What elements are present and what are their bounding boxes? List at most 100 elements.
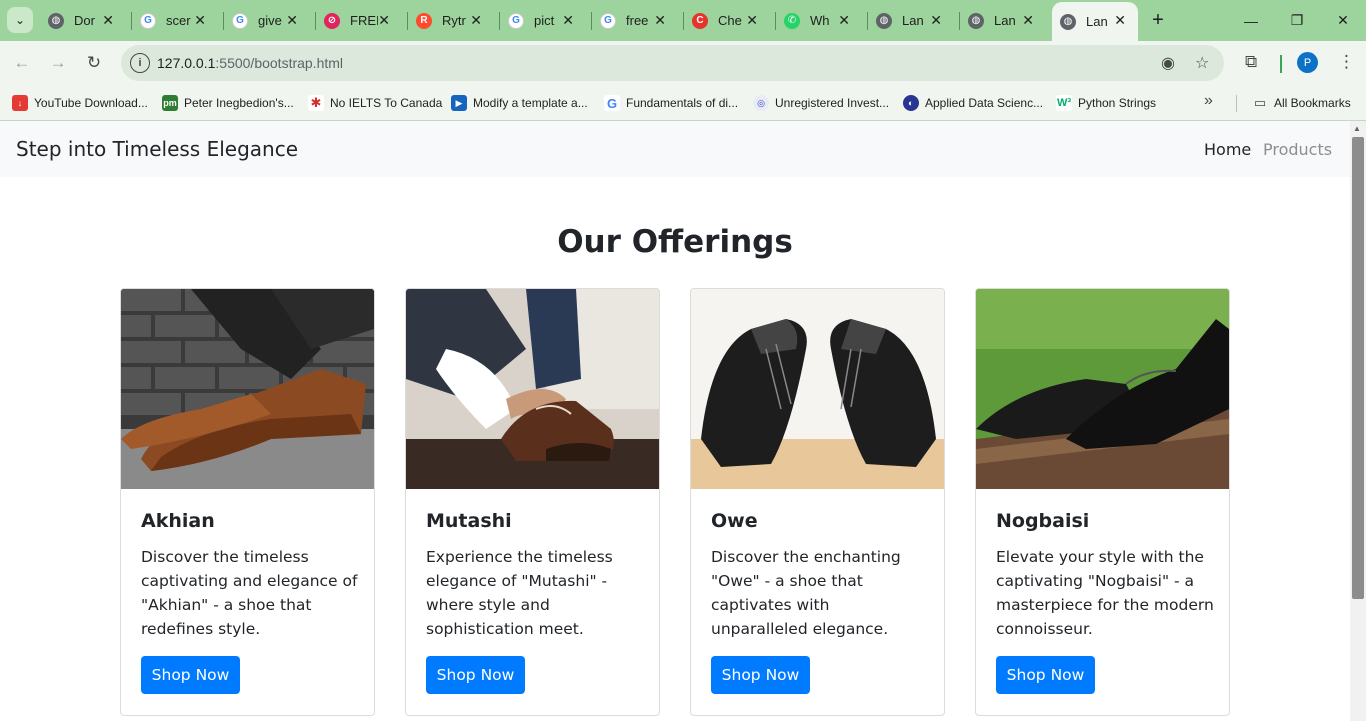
browser-tab[interactable]: C Che ✕ xyxy=(684,0,776,41)
browser-tab[interactable]: G scer ✕ xyxy=(132,0,224,41)
minimize-button[interactable]: — xyxy=(1228,0,1274,41)
close-icon[interactable]: ✕ xyxy=(1114,12,1126,28)
bookmark-label: Fundamentals of di... xyxy=(626,96,739,110)
card-text: Discover the timeless captivating and el… xyxy=(141,548,358,638)
url-host: 127.0.0.1 xyxy=(157,55,216,71)
more-menu-icon[interactable]: ⋮ xyxy=(1338,52,1355,72)
close-icon[interactable]: ✕ xyxy=(102,12,114,28)
shop-now-button[interactable]: Shop Now xyxy=(426,656,525,694)
browser-tab[interactable]: ⊘ FREI ✕ xyxy=(316,0,408,41)
scrollbar-thumb[interactable] xyxy=(1352,137,1364,599)
chevron-down-icon: ⌄ xyxy=(14,13,26,27)
slash-icon: ⊘ xyxy=(324,12,340,29)
bookmark-item[interactable]: ✱ No IELTS To Canada xyxy=(308,93,442,113)
card-text: Elevate your style with the captivating … xyxy=(996,548,1214,638)
brand-title[interactable]: Step into Timeless Elegance xyxy=(16,137,298,161)
all-bookmarks-button[interactable]: ▭ All Bookmarks xyxy=(1252,93,1351,113)
forward-button[interactable]: → xyxy=(43,48,73,78)
card-title: Nogbaisi xyxy=(996,510,1090,532)
card-title: Owe xyxy=(711,510,758,532)
address-bar[interactable]: i 127.0.0.1:5500/bootstrap.html ◉ ☆ xyxy=(121,45,1224,81)
arrow-left-icon: ← xyxy=(13,53,31,72)
close-icon[interactable]: ✕ xyxy=(838,12,850,28)
shop-now-button[interactable]: Shop Now xyxy=(996,656,1095,694)
google-icon: G xyxy=(508,12,524,29)
bookmark-item[interactable]: pm Peter Inegbedion's... xyxy=(162,93,294,113)
new-tab-button[interactable]: + xyxy=(1138,0,1178,41)
close-icon[interactable]: ✕ xyxy=(746,12,758,28)
restore-icon: ❐ xyxy=(1290,12,1304,28)
eye-icon[interactable]: ◉ xyxy=(1161,53,1175,73)
url-text[interactable]: 127.0.0.1:5500/bootstrap.html xyxy=(157,55,343,71)
close-icon[interactable]: ✕ xyxy=(378,12,390,28)
browser-tab-active[interactable]: ◍ Lan ✕ xyxy=(1052,2,1138,41)
google-icon: G xyxy=(140,12,156,29)
browser-tab[interactable]: ◍ Dor ✕ xyxy=(40,0,132,41)
close-icon[interactable]: ✕ xyxy=(286,12,298,28)
tab-search-button[interactable]: ⌄ xyxy=(7,7,33,33)
tab-title: Wh xyxy=(810,13,830,28)
bookmark-item[interactable]: ↓ YouTube Download... xyxy=(12,93,148,113)
close-icon[interactable]: ✕ xyxy=(194,12,206,28)
product-image xyxy=(691,289,944,489)
close-icon[interactable]: ✕ xyxy=(470,12,482,28)
bookmark-label: No IELTS To Canada xyxy=(330,96,443,110)
arrow-right-icon: → xyxy=(49,53,67,72)
profile-avatar[interactable]: P xyxy=(1297,52,1318,73)
bookmark-item[interactable]: ◎ Unregistered Invest... xyxy=(753,93,889,113)
star-icon[interactable]: ☆ xyxy=(1195,53,1209,73)
scroll-up-icon[interactable]: ▲ xyxy=(1353,124,1361,133)
whatsapp-icon: ✆ xyxy=(784,12,800,29)
close-icon: ✕ xyxy=(1337,12,1349,28)
product-image xyxy=(976,289,1229,489)
bookmarks-bar: ↓ YouTube Download... pm Peter Inegbedio… xyxy=(0,85,1366,121)
close-icon[interactable]: ✕ xyxy=(654,12,666,28)
black-shoes-pair-image xyxy=(691,289,944,489)
tab-strip: ⌄ ◍ Dor ✕ G scer ✕ G give ✕ ⊘ FREI ✕ R R… xyxy=(0,0,1366,41)
tab-title: scer xyxy=(166,13,191,28)
close-icon[interactable]: ✕ xyxy=(1022,12,1034,28)
product-card: Mutashi Experience the timeless elegance… xyxy=(405,288,660,716)
google-icon: G xyxy=(600,12,616,29)
play-icon: ▶ xyxy=(451,95,467,111)
site-info-icon[interactable]: i xyxy=(130,53,150,73)
double-chevron-right-icon[interactable]: » xyxy=(1204,92,1213,110)
close-icon[interactable]: ✕ xyxy=(930,12,942,28)
bookmark-item[interactable]: ◐ Applied Data Scienc... xyxy=(903,93,1043,113)
browser-tab[interactable]: G pict ✕ xyxy=(500,0,592,41)
restore-button[interactable]: ❐ xyxy=(1274,0,1320,41)
tab-title: FREI xyxy=(350,13,378,28)
bookmark-item[interactable]: G Fundamentals of di... xyxy=(604,93,738,113)
shop-now-button[interactable]: Shop Now xyxy=(711,656,810,694)
bookmark-label: Unregistered Invest... xyxy=(775,96,890,110)
brown-shoe-on-brick-image xyxy=(121,289,374,489)
bookmarks-divider xyxy=(1236,95,1237,112)
plus-icon: + xyxy=(1152,9,1164,31)
browser-tab[interactable]: G free ✕ xyxy=(592,0,684,41)
nav-link-home[interactable]: Home xyxy=(1204,140,1251,159)
close-window-button[interactable]: ✕ xyxy=(1320,0,1366,41)
browser-tab[interactable]: G give ✕ xyxy=(224,0,316,41)
shop-now-button[interactable]: Shop Now xyxy=(141,656,240,694)
tab-title: Dor xyxy=(74,13,95,28)
tab-title: Che xyxy=(718,13,742,28)
bookmark-label: Python Strings xyxy=(1078,96,1157,110)
page-viewport: Step into Timeless Elegance Home Product… xyxy=(0,121,1366,721)
browser-tab[interactable]: ◍ Lan ✕ xyxy=(960,0,1052,41)
tab-title: pict xyxy=(534,13,555,28)
back-button[interactable]: ← xyxy=(7,48,37,78)
browser-tab[interactable]: R Rytr ✕ xyxy=(408,0,500,41)
reload-button[interactable]: ↻ xyxy=(79,48,109,78)
maple-leaf-icon: ✱ xyxy=(308,95,324,111)
close-icon[interactable]: ✕ xyxy=(562,12,574,28)
page-scrollbar[interactable]: ▲ xyxy=(1350,121,1366,721)
bookmark-item[interactable]: W³ Python Strings xyxy=(1056,93,1156,113)
browser-tab[interactable]: ◍ Lan ✕ xyxy=(868,0,960,41)
pm-icon: pm xyxy=(162,95,178,111)
product-card: Owe Discover the enchanting "Owe" - a sh… xyxy=(690,288,945,716)
minimize-icon: — xyxy=(1244,12,1258,29)
extensions-icon[interactable]: ⧉ xyxy=(1245,52,1257,72)
browser-tab[interactable]: ✆ Wh ✕ xyxy=(776,0,868,41)
bookmark-item[interactable]: ▶ Modify a template a... xyxy=(451,93,588,113)
nav-link-products[interactable]: Products xyxy=(1263,140,1332,159)
